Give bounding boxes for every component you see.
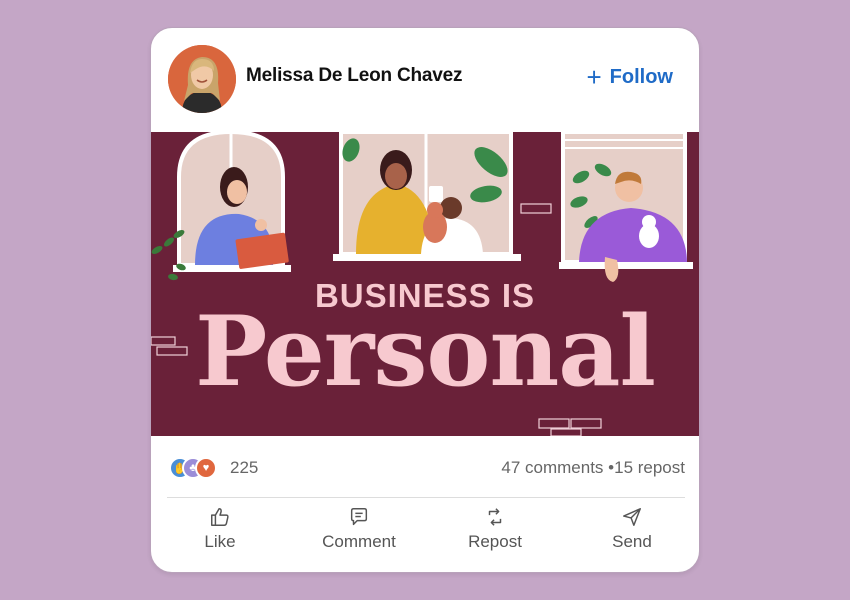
repost-count[interactable]: 15 repost: [614, 458, 685, 477]
comment-icon: [350, 508, 368, 526]
like-button[interactable]: Like: [165, 506, 275, 566]
post-stats: ✋ ♣ ♥ 225 47 comments •15 repost: [151, 436, 699, 498]
author-name[interactable]: Melissa De Leon Chavez: [246, 65, 462, 87]
follow-label: Follow: [609, 66, 673, 88]
thumbs-up-icon: [211, 508, 229, 526]
banner-line2: Personal: [195, 295, 656, 408]
action-bar: Like Comment Repost Send: [151, 500, 699, 572]
reaction-count[interactable]: 225: [230, 458, 258, 478]
plus-icon: +: [586, 61, 602, 92]
comments-count[interactable]: 47 comments: [501, 458, 603, 477]
post-banner-image[interactable]: BUSINESS IS Personal: [151, 129, 699, 437]
send-icon: [623, 508, 641, 526]
repost-button[interactable]: Repost: [440, 506, 550, 566]
send-button[interactable]: Send: [577, 506, 687, 566]
like-label: Like: [204, 532, 236, 551]
send-label: Send: [612, 532, 652, 551]
reactions-summary[interactable]: ✋ ♣ ♥: [169, 457, 225, 479]
comment-button[interactable]: Comment: [304, 506, 414, 566]
love-icon: ♥: [195, 457, 217, 479]
avatar[interactable]: [168, 45, 236, 113]
post-header: Melissa De Leon Chavez + Follow: [151, 28, 699, 132]
repost-label: Repost: [468, 532, 522, 551]
post-meta: 47 comments •15 repost: [501, 458, 685, 478]
divider: [167, 497, 685, 498]
comment-label: Comment: [322, 532, 396, 551]
post-card: Melissa De Leon Chavez + Follow BUSINESS…: [150, 27, 700, 573]
follow-button[interactable]: + Follow: [586, 61, 673, 92]
repost-icon: [488, 508, 502, 526]
